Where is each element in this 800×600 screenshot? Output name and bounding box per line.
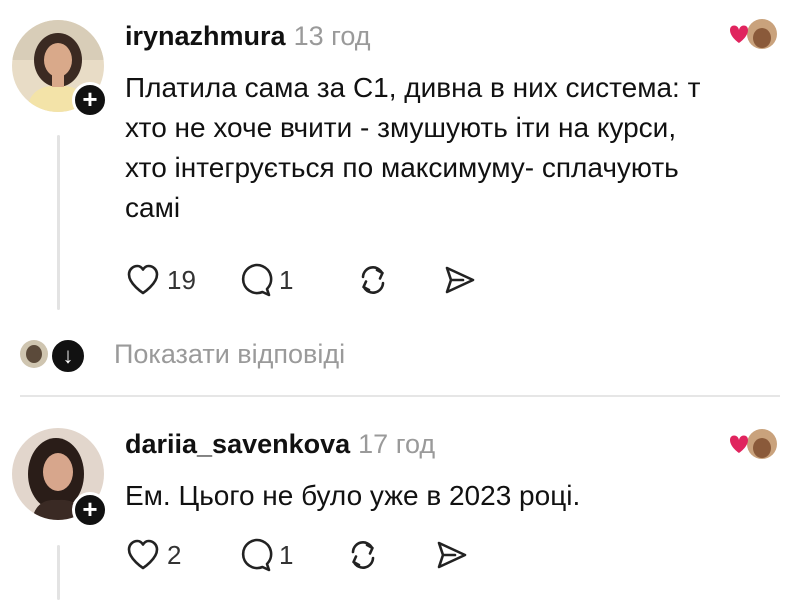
reply-avatar — [20, 340, 48, 368]
timestamp: 17 год — [358, 429, 436, 459]
comment-icon — [241, 538, 273, 572]
comment-text: Ем. Цього не було уже в 2023 році. — [125, 480, 581, 511]
like-count: 2 — [167, 540, 182, 570]
like-button[interactable]: 2 — [125, 537, 195, 573]
comment-header: irynazhmura 13 год — [125, 20, 371, 52]
divider — [20, 395, 780, 397]
share-button[interactable] — [433, 537, 469, 573]
username[interactable]: dariia_savenkova — [125, 429, 350, 459]
like-button[interactable]: 19 — [125, 262, 205, 298]
like-count: 19 — [167, 265, 196, 295]
comment-icon — [241, 263, 273, 297]
heart-avatar-icon — [722, 428, 778, 464]
send-icon — [445, 266, 475, 294]
follow-plus-icon[interactable]: + — [72, 82, 108, 118]
arrow-down-icon: ↓ — [50, 338, 86, 374]
repost-button[interactable] — [355, 262, 391, 298]
reply-count: 1 — [279, 265, 294, 295]
comment-header: dariia_savenkova 17 год — [125, 428, 435, 460]
comments-screen: + irynazhmura 13 год Платила сама за С1, … — [0, 0, 800, 600]
comment-actions: 19 1 — [125, 262, 525, 298]
reply-count: 1 — [279, 540, 294, 570]
heart-icon — [127, 264, 159, 295]
follow-plus-icon[interactable]: + — [72, 492, 108, 528]
repost-icon — [361, 266, 385, 294]
repost-button[interactable] — [345, 537, 381, 573]
comment-actions: 2 1 — [125, 537, 525, 573]
username[interactable]: irynazhmura — [125, 21, 286, 51]
send-icon — [437, 541, 467, 569]
repost-icon — [351, 541, 375, 569]
reply-button[interactable]: 1 — [237, 537, 307, 573]
comment-text: Платила сама за С1, дивна в них система:… — [125, 72, 701, 223]
thread-line — [57, 135, 60, 310]
show-replies-label: Показати відповіді — [114, 339, 346, 369]
reply-button[interactable]: 1 — [237, 262, 307, 298]
heart-avatar-icon — [722, 18, 778, 54]
timestamp: 13 год — [293, 21, 371, 51]
share-button[interactable] — [441, 262, 477, 298]
thread-line — [57, 545, 60, 600]
heart-icon — [127, 539, 159, 570]
